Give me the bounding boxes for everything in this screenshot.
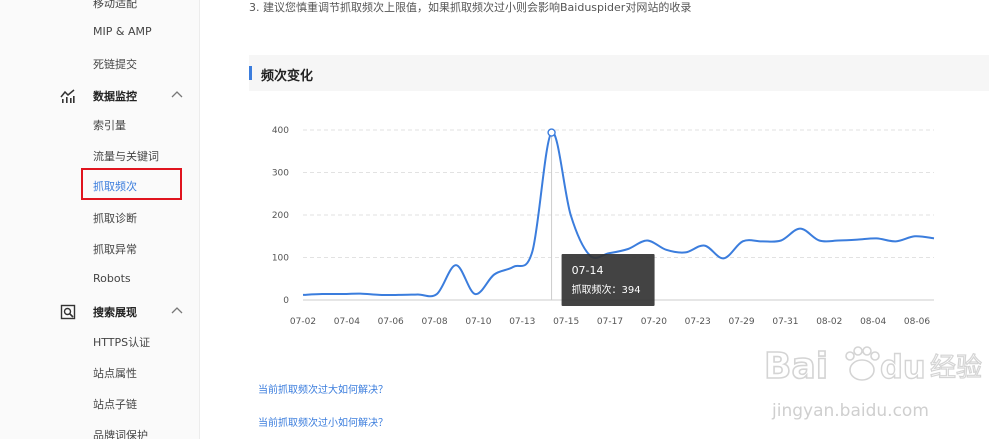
data-point[interactable] xyxy=(397,293,401,297)
x-tick-label: 08-06 xyxy=(904,317,930,327)
data-point[interactable] xyxy=(703,244,707,248)
data-point[interactable] xyxy=(320,292,324,296)
svg-text:du: du xyxy=(880,348,926,386)
data-point[interactable] xyxy=(741,239,745,243)
data-point[interactable] xyxy=(645,239,649,243)
x-tick-label: 07-29 xyxy=(728,317,754,327)
sidebar-item-brand-protection[interactable]: 品牌词保护 xyxy=(93,427,148,439)
data-point[interactable] xyxy=(779,239,783,243)
x-tick-label: 07-20 xyxy=(641,317,667,327)
crawl-tip-text: 3. 建议您慎重调节抓取频次上限值，如果抓取频次过小则会影响Baiduspide… xyxy=(249,1,692,14)
sidebar-item-crawl-diagnosis[interactable]: 抓取诊断 xyxy=(93,210,137,226)
data-point[interactable] xyxy=(339,292,343,296)
data-point[interactable] xyxy=(377,293,381,297)
crawl-frequency-chart[interactable]: 0 100 200 300 400 07-02 07-04 07-06 07-08 07-10 07… xyxy=(249,110,949,335)
data-point[interactable] xyxy=(836,239,840,243)
tooltip-date: 07-14 xyxy=(572,264,604,277)
sidebar-group-search-display[interactable]: 搜索展现 xyxy=(60,302,190,322)
x-tick-label: 07-10 xyxy=(465,317,491,327)
faq-link-too-low[interactable]: 当前抓取频次过小如何解决？ xyxy=(258,414,388,429)
data-point[interactable] xyxy=(664,248,668,252)
data-point[interactable] xyxy=(913,234,917,238)
section-accent-bar xyxy=(249,66,252,80)
sidebar-item-mip-amp[interactable]: MIP & AMP xyxy=(93,25,152,38)
data-point[interactable] xyxy=(454,263,458,267)
data-point[interactable] xyxy=(492,273,496,277)
data-point[interactable] xyxy=(435,292,439,296)
x-tick-label: 07-04 xyxy=(334,317,360,327)
x-tick-label: 07-23 xyxy=(685,317,711,327)
data-point[interactable] xyxy=(416,292,420,296)
sidebar-item-mobile-adapt[interactable]: 移动适配 xyxy=(93,0,137,11)
y-tick-label: 300 xyxy=(272,169,289,179)
x-tick-label: 07-02 xyxy=(290,317,316,327)
sidebar-item-crawl-errors[interactable]: 抓取异常 xyxy=(93,241,137,257)
x-tick-label: 08-02 xyxy=(816,317,842,327)
data-point[interactable] xyxy=(358,292,362,296)
svg-text:Bai: Bai xyxy=(764,346,828,387)
data-point[interactable] xyxy=(569,213,573,217)
data-point[interactable] xyxy=(760,239,764,243)
data-point[interactable] xyxy=(683,250,687,254)
data-point[interactable] xyxy=(511,265,515,269)
x-tick-label: 07-31 xyxy=(772,317,798,327)
svg-text:经验: 经验 xyxy=(930,353,982,383)
sidebar-item-sitelinks[interactable]: 站点子链 xyxy=(93,396,137,412)
sidebar-item-dead-links[interactable]: 死链提交 xyxy=(93,56,137,72)
chevron-up-icon[interactable] xyxy=(170,304,184,318)
data-point[interactable] xyxy=(817,239,821,243)
sidebar-group-label: 搜索展现 xyxy=(93,306,137,319)
chart-icon xyxy=(60,89,75,103)
data-point[interactable] xyxy=(473,292,477,296)
data-point[interactable] xyxy=(722,256,726,260)
data-point[interactable] xyxy=(875,236,879,240)
x-tick-label: 08-04 xyxy=(860,317,886,327)
active-item-highlight xyxy=(81,168,182,200)
x-tick-label: 07-13 xyxy=(509,317,535,327)
data-point[interactable] xyxy=(530,249,534,253)
data-point[interactable] xyxy=(856,238,860,242)
data-point[interactable] xyxy=(798,227,802,231)
sidebar-item-traffic-keywords[interactable]: 流量与关键词 xyxy=(93,148,159,164)
x-tick-label: 07-06 xyxy=(378,317,404,327)
data-point[interactable] xyxy=(626,247,630,251)
data-point[interactable] xyxy=(932,236,936,240)
baidu-jingyan-watermark: Bai du 经验 jingyan.baidu.com xyxy=(763,345,982,421)
sidebar-group-data-monitor[interactable]: 数据监控 xyxy=(60,86,190,106)
x-tick-label: 07-15 xyxy=(553,317,579,327)
y-tick-label: 100 xyxy=(272,254,289,264)
x-tick-label: 07-17 xyxy=(597,317,623,327)
chart-tooltip: 07-14 抓取频次：394 xyxy=(561,254,655,306)
data-point[interactable] xyxy=(894,239,898,243)
sidebar-item-https[interactable]: HTTPS认证 xyxy=(93,334,150,350)
data-point[interactable] xyxy=(301,293,305,297)
y-tick-label: 0 xyxy=(283,296,289,306)
search-display-icon xyxy=(60,304,76,320)
sidebar-item-index[interactable]: 索引量 xyxy=(93,117,126,133)
tooltip-value: 抓取频次：394 xyxy=(572,283,641,296)
chevron-up-icon[interactable] xyxy=(170,88,184,102)
section-title: 频次变化 xyxy=(261,69,314,84)
y-tick-label: 200 xyxy=(272,211,289,221)
faq-link-too-high[interactable]: 当前抓取频次过大如何解决？ xyxy=(258,381,388,396)
x-tick-label: 07-08 xyxy=(421,317,447,327)
y-tick-label: 400 xyxy=(272,126,289,136)
sidebar-group-label: 数据监控 xyxy=(93,90,137,103)
section-header: 频次变化 xyxy=(249,55,989,91)
highlight-point[interactable] xyxy=(547,128,556,137)
sidebar-item-site-attributes[interactable]: 站点属性 xyxy=(93,365,137,381)
sidebar: 移动适配 MIP & AMP 死链提交 数据监控 索引量 流量与关键词 抓取频次… xyxy=(0,0,200,439)
sidebar-item-robots[interactable]: Robots xyxy=(93,272,131,285)
watermark-url: jingyan.baidu.com xyxy=(771,401,929,421)
